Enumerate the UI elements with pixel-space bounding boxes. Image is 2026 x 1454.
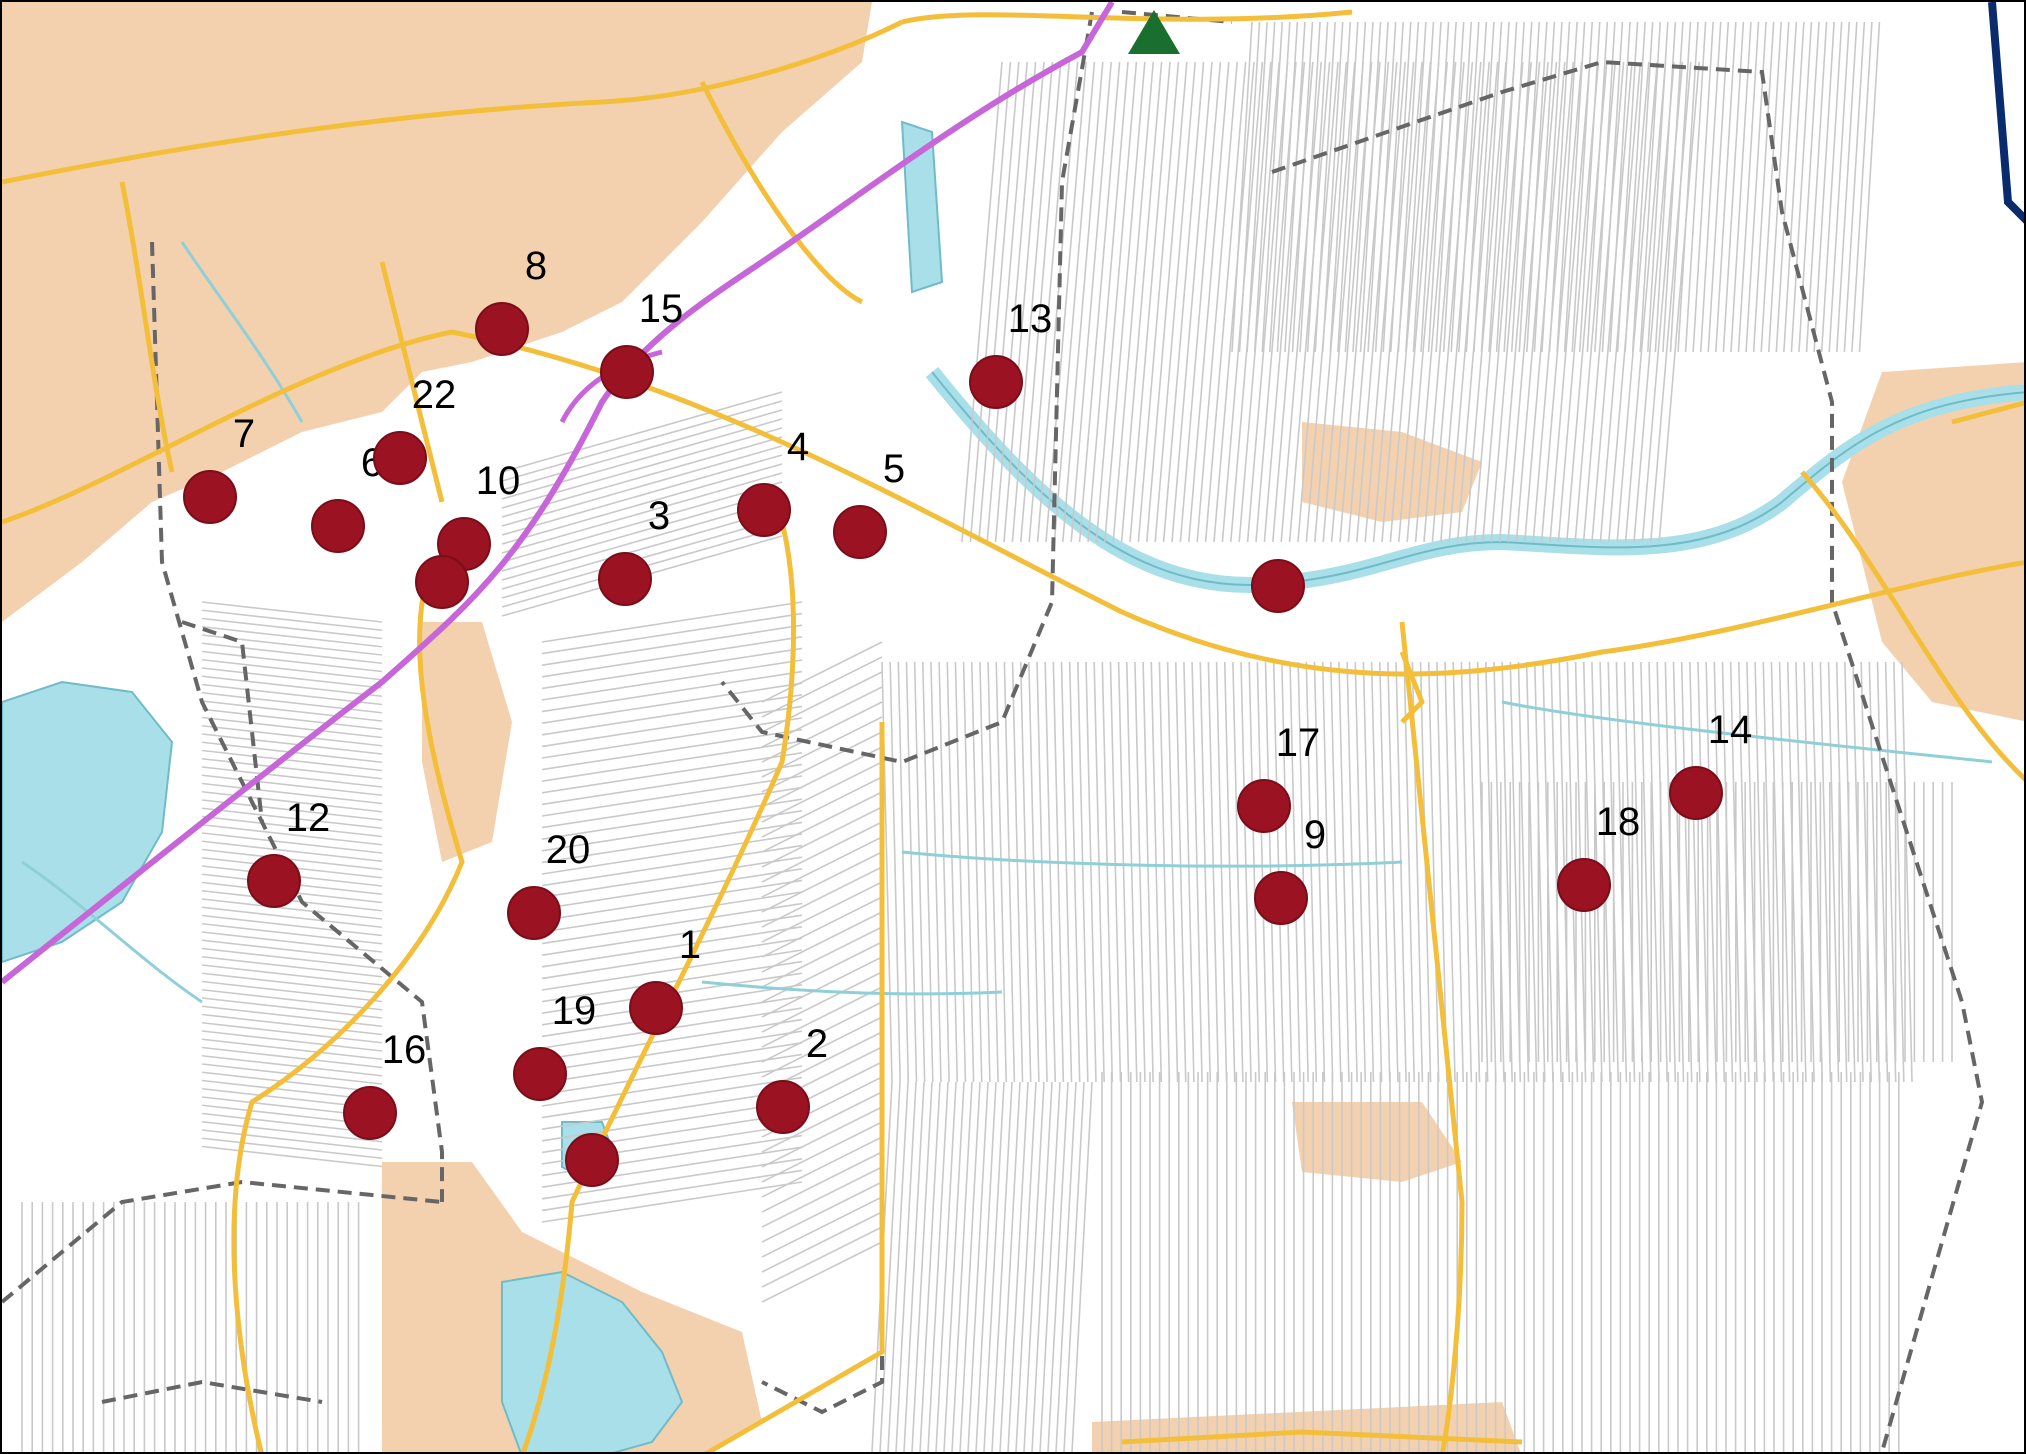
marker-dot[interactable] [475,302,529,356]
marker-dot[interactable] [373,431,427,485]
marker-label: 17 [1276,721,1321,765]
site-marker-unlabeled-22[interactable] [565,1133,619,1187]
map-canvas[interactable]: 1234 567891012131415161718192022 [2,2,2026,1454]
marker-dot[interactable] [183,470,237,524]
marker-dot[interactable] [969,355,1023,409]
marker-dot[interactable] [756,1080,810,1134]
marker-label: 9 [1304,813,1326,857]
site-marker-unlabeled-20[interactable] [415,555,469,609]
marker-label: 3 [648,494,670,538]
marker-label: 10 [476,459,521,503]
marker-label: 19 [552,989,597,1033]
marker-dot[interactable] [343,1086,397,1140]
marker-dot[interactable] [1251,559,1305,613]
map-container[interactable]: 1 2 3 4 5 6 7 8 9 10 12 13 14 15 16 17 18 19 20 22 [0,0,2026,1454]
marker-label: 7 [233,412,255,456]
marker-label: 12 [286,796,331,840]
marker-label: 20 [546,828,591,872]
marker-dot[interactable] [598,552,652,606]
marker-dot[interactable] [247,854,301,908]
marker-label: 8 [525,244,547,288]
marker-dot[interactable] [737,483,791,537]
marker-dot[interactable] [629,981,683,1035]
marker-label: 18 [1596,800,1641,844]
marker-label: 1 [679,923,701,967]
marker-dot[interactable] [507,886,561,940]
marker-dot[interactable] [415,555,469,609]
marker-dot[interactable] [1237,779,1291,833]
marker-dot[interactable] [833,505,887,559]
marker-label: 15 [639,287,684,331]
marker-label: 14 [1708,708,1753,752]
marker-label: 5 [883,447,905,491]
marker-label: 2 [806,1022,828,1066]
marker-dot[interactable] [513,1047,567,1101]
marker-dot[interactable] [1669,766,1723,820]
marker-dot[interactable] [1557,858,1611,912]
marker-label: 16 [382,1028,427,1072]
site-marker-unlabeled-21[interactable] [1251,559,1305,613]
marker-dot[interactable] [565,1133,619,1187]
marker-dot[interactable] [600,345,654,399]
marker-label: 4 [787,425,809,469]
marker-label: 13 [1008,297,1053,341]
marker-dot[interactable] [1254,871,1308,925]
marker-dot[interactable] [311,499,365,553]
marker-label: 22 [412,373,457,417]
